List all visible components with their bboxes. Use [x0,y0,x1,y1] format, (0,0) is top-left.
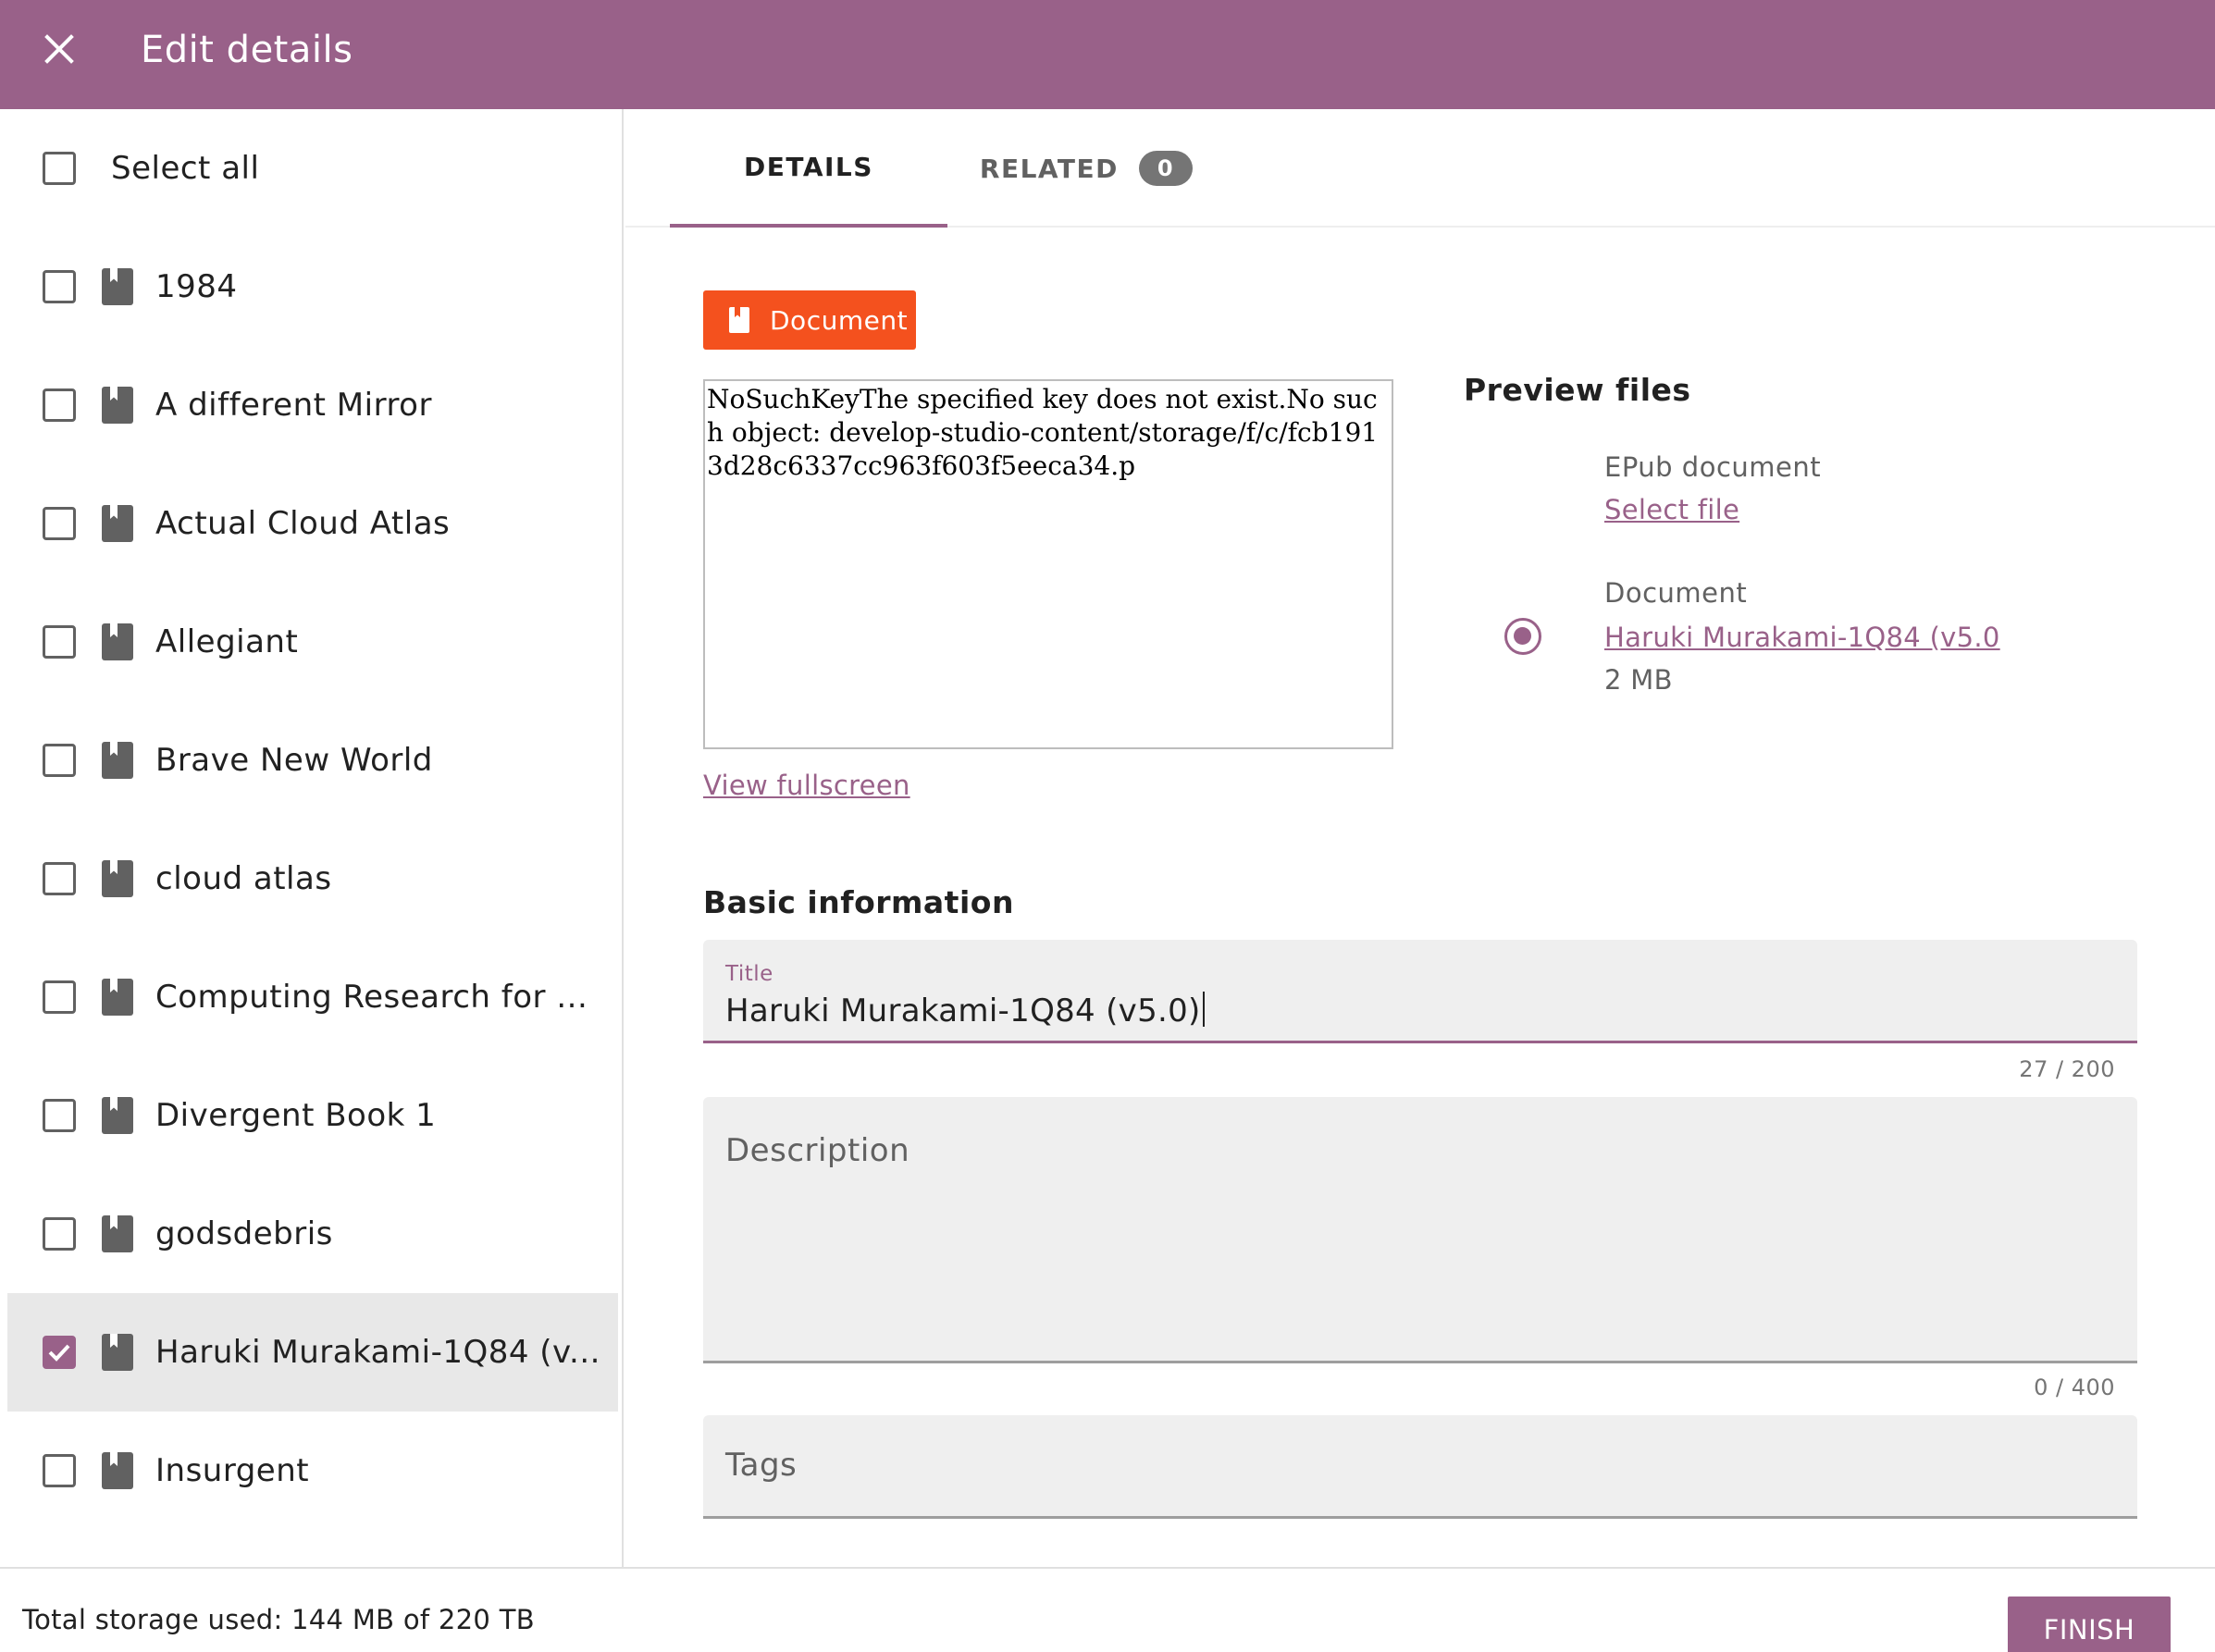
item-checkbox[interactable] [43,625,76,659]
list-item[interactable]: Brave New World [0,701,618,820]
item-checkbox[interactable] [43,1454,76,1487]
list-item[interactable]: cloud atlas [0,820,618,938]
document-icon [102,387,133,424]
list-item[interactable]: godsdebris [0,1175,618,1293]
description-field[interactable]: Description [703,1097,2137,1363]
document-icon [102,742,133,779]
tab-bar: DETAILS RELATED 0 [625,109,2215,228]
list-item[interactable]: Computing Research for ... [0,938,618,1056]
content-kind-chip: Document [703,290,916,350]
description-char-counter: 0 / 400 [2034,1375,2115,1400]
item-title: Computing Research for ... [155,979,588,1016]
document-icon [102,268,133,305]
list-item[interactable]: Actual Cloud Atlas [0,464,618,583]
title-field-label: Title [725,962,773,986]
tags-placeholder: Tags [725,1447,798,1484]
item-checkbox[interactable] [43,1217,76,1251]
list-item[interactable]: 1984 [0,228,618,346]
check-icon [48,1344,70,1362]
preview-frame: NoSuchKeyThe specified key does not exis… [703,379,1393,749]
footer-bar: Total storage used: 144 MB of 220 TB FIN… [0,1567,2215,1652]
item-title: A different Mirror [155,387,432,424]
description-placeholder: Description [725,1132,910,1169]
item-checkbox[interactable] [43,862,76,895]
item-title: Brave New World [155,742,433,779]
title-input[interactable]: Haruki Murakami-1Q84 (v5.0) [725,992,1205,1029]
document-file-size: 2 MB [1604,664,1673,696]
item-checkbox[interactable] [43,1099,76,1132]
list-item[interactable]: Divergent Book 1 [0,1056,618,1175]
list-item[interactable]: Haruki Murakami-1Q84 (v... [7,1293,618,1412]
document-icon [102,505,133,542]
related-count-badge: 0 [1138,151,1194,186]
item-checkbox[interactable] [43,1336,76,1369]
list-item[interactable]: A different Mirror [0,346,618,464]
item-title: godsdebris [155,1215,333,1252]
view-fullscreen-link[interactable]: View fullscreen [703,770,910,801]
document-icon [102,1215,133,1252]
list-item[interactable]: Insurgent [0,1412,618,1530]
select-all-checkbox[interactable] [43,152,76,185]
content-kind-label: Document [770,304,909,336]
item-checkbox[interactable] [43,270,76,303]
document-icon [102,1334,133,1371]
title-field[interactable]: Title Haruki Murakami-1Q84 (v5.0) [703,940,2137,1043]
document-file-kind: Document [1604,577,1748,609]
document-file-radio[interactable] [1504,618,1541,655]
tab-related-label: RELATED [979,153,1119,184]
item-title: Allegiant [155,623,299,660]
tab-related[interactable]: RELATED 0 [947,109,1225,228]
item-checkbox[interactable] [43,507,76,540]
basic-information-heading: Basic information [703,884,1014,920]
text-caret [1202,992,1205,1027]
app-bar: Edit details [0,0,2215,109]
content-list-panel: Select all 1984 A different Mirror Actual … [0,109,624,1567]
item-checkbox[interactable] [43,744,76,777]
title-input-value: Haruki Murakami-1Q84 (v5.0) [725,992,1201,1029]
select-all-label: Select all [111,150,260,187]
list-item[interactable]: Allegiant [0,583,618,701]
epub-select-file-link[interactable]: Select file [1604,494,1739,525]
close-button[interactable] [37,27,81,71]
document-file-link[interactable]: Haruki Murakami-1Q84 (v5.0 [1604,622,2000,653]
tags-field[interactable]: Tags [703,1415,2137,1519]
item-title: Haruki Murakami-1Q84 (v... [155,1334,600,1371]
item-title: Divergent Book 1 [155,1097,437,1134]
document-icon [729,307,749,333]
tab-details-label: DETAILS [744,151,873,182]
item-checkbox[interactable] [43,388,76,422]
item-title: Actual Cloud Atlas [155,505,451,542]
title-char-counter: 27 / 200 [2019,1056,2115,1082]
preview-files-heading: Preview files [1464,372,1691,408]
preview-error-text: NoSuchKeyThe specified key does not exis… [707,384,1379,481]
storage-used-text: Total storage used: 144 MB of 220 TB [22,1604,535,1635]
document-icon [102,1097,133,1134]
item-title: 1984 [155,268,238,305]
close-icon [44,34,74,64]
page-title: Edit details [141,29,353,71]
document-icon [102,1452,133,1489]
item-title: Insurgent [155,1452,310,1489]
document-icon [102,623,133,660]
document-icon [102,860,133,897]
document-icon [102,979,133,1016]
epub-file-kind: EPub document [1604,451,1822,483]
item-title: cloud atlas [155,860,332,897]
finish-button[interactable]: FINISH [2008,1597,2171,1652]
select-all-row[interactable]: Select all [0,109,622,228]
item-checkbox[interactable] [43,980,76,1014]
tab-details[interactable]: DETAILS [670,109,947,228]
